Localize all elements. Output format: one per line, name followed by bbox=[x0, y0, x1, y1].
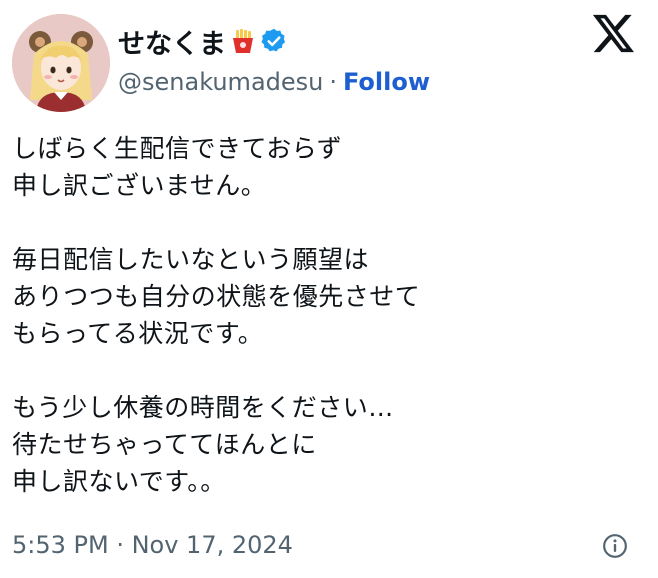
author-identity: せなくま @senakumadesu · Follow bbox=[118, 22, 430, 97]
handle-row: @senakumadesu · Follow bbox=[118, 68, 430, 96]
avatar-illustration bbox=[12, 14, 110, 112]
tweet-text: しばらく生配信できておらず 申し訳ございません。 毎日配信したいなという願望は … bbox=[12, 134, 421, 496]
tweet-footer: 5:53 PM · Nov 17, 2024 bbox=[12, 525, 646, 565]
avatar[interactable] bbox=[12, 14, 110, 112]
display-name[interactable]: せなくま bbox=[118, 22, 226, 61]
tweet-header: せなくま @senakumadesu · Follow bbox=[12, 14, 646, 114]
author-handle[interactable]: @senakumadesu bbox=[118, 68, 323, 96]
info-icon[interactable] bbox=[602, 533, 628, 559]
name-row: せなくま bbox=[118, 22, 430, 60]
verified-badge-icon bbox=[261, 28, 286, 52]
separator-dot: · bbox=[329, 68, 337, 96]
french-fries-emoji-icon bbox=[233, 29, 253, 53]
tweet-card: せなくま @senakumadesu · Follow しばらく生配信できておら… bbox=[0, 0, 658, 578]
timestamp[interactable]: 5:53 PM · Nov 17, 2024 bbox=[12, 531, 293, 559]
follow-button[interactable]: Follow bbox=[343, 68, 430, 96]
x-logo-icon[interactable] bbox=[592, 14, 636, 54]
